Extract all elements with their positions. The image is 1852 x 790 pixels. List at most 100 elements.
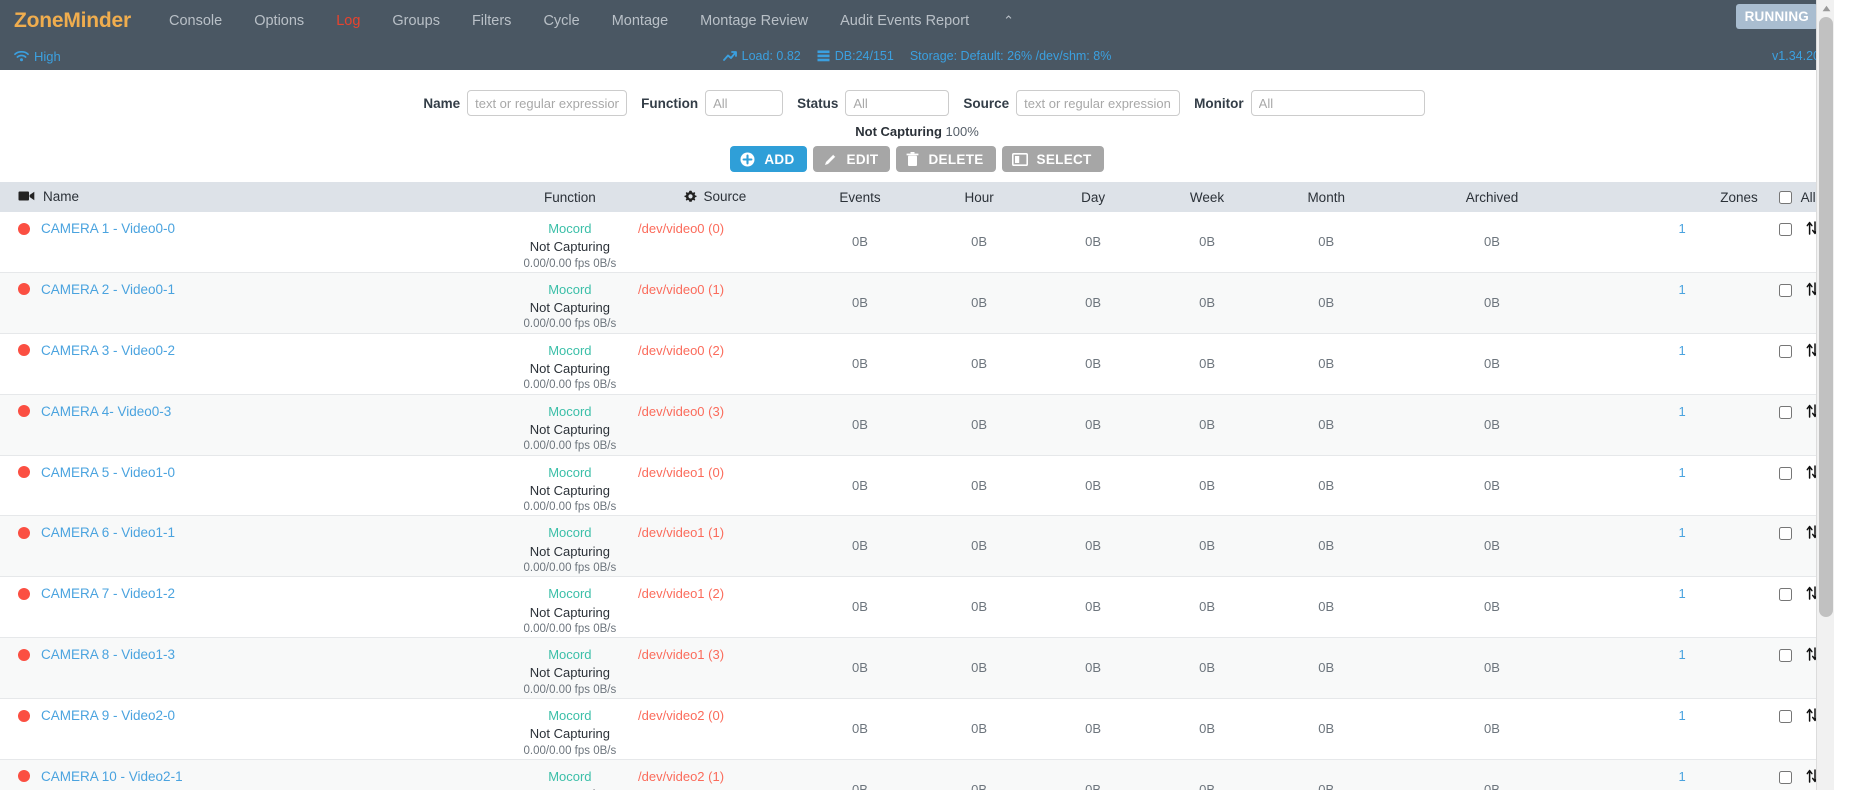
source-link[interactable]: /dev/video1 (3) — [638, 647, 724, 662]
nav-link-montage-review[interactable]: Montage Review — [684, 13, 824, 29]
monitor-name-link[interactable]: CAMERA 2 - Video0-1 — [41, 282, 175, 297]
row-select-checkbox[interactable] — [1779, 527, 1793, 541]
source-link[interactable]: /dev/video0 (3) — [638, 404, 724, 419]
monitor-name-link[interactable]: CAMERA 7 - Video1-2 — [41, 586, 175, 601]
function-link[interactable]: Mocord — [548, 221, 591, 236]
row-select-checkbox[interactable] — [1779, 466, 1793, 480]
monitor-name-link[interactable]: CAMERA 5 - Video1-0 — [41, 465, 175, 480]
brand-logo[interactable]: ZoneMinder — [14, 9, 131, 33]
column-header-hour[interactable]: Hour — [922, 182, 1037, 212]
name-filter-input[interactable] — [467, 90, 628, 116]
zones-link[interactable]: 1 — [1679, 769, 1686, 784]
status-filter-input[interactable] — [845, 90, 950, 116]
function-link[interactable]: Mocord — [548, 343, 591, 358]
source-link[interactable]: /dev/video1 (1) — [638, 525, 724, 540]
zones-link[interactable]: 1 — [1679, 647, 1686, 662]
column-header-archived[interactable]: Archived — [1388, 182, 1596, 212]
row-select-checkbox[interactable] — [1779, 710, 1793, 724]
delete-button[interactable]: DELETE — [896, 146, 996, 172]
nav-link-montage[interactable]: Montage — [596, 13, 684, 29]
status-badge-running[interactable]: RUNNING — [1735, 4, 1818, 29]
row-select-checkbox[interactable] — [1779, 649, 1793, 663]
function-link[interactable]: Mocord — [548, 586, 591, 601]
edit-button[interactable]: EDIT — [812, 146, 891, 172]
monitor-name-link[interactable]: CAMERA 10 - Video2-1 — [41, 769, 183, 784]
load-indicator[interactable]: Load: 0.82 — [722, 49, 801, 63]
zones-link[interactable]: 1 — [1679, 282, 1686, 297]
column-header-source[interactable]: Source — [632, 182, 798, 212]
row-select-checkbox[interactable] — [1779, 344, 1793, 358]
cell-source: /dev/video1 (2) — [632, 576, 798, 639]
source-link[interactable]: /dev/video0 (0) — [638, 221, 724, 236]
select-all-checkbox[interactable] — [1778, 191, 1792, 205]
row-select-checkbox[interactable] — [1779, 223, 1793, 237]
row-select-checkbox[interactable] — [1779, 770, 1793, 784]
function-link[interactable]: Mocord — [548, 708, 591, 723]
zones-link[interactable]: 1 — [1679, 465, 1686, 480]
scrollbar-up-arrow-icon[interactable] — [1817, 0, 1834, 17]
cell-function: Mocord Not Capturing 0.00/0.00 fps 0B/s — [507, 333, 633, 395]
zones-link[interactable]: 1 — [1679, 404, 1686, 419]
nav-link-cycle[interactable]: Cycle — [527, 13, 595, 29]
function-filter-input[interactable] — [705, 90, 784, 116]
function-link[interactable]: Mocord — [548, 647, 591, 662]
row-select-checkbox[interactable] — [1779, 283, 1793, 297]
monitor-name-link[interactable]: CAMERA 1 - Video0-0 — [41, 221, 175, 236]
chevron-up-icon[interactable]: ⌃ — [985, 13, 1032, 29]
function-link[interactable]: Mocord — [548, 465, 591, 480]
bandwidth-indicator[interactable]: High — [14, 49, 61, 64]
cell-name: CAMERA 10 - Video2-1 — [0, 759, 508, 790]
page-scrollbar[interactable] — [1816, 0, 1834, 790]
source-filter-input[interactable] — [1016, 90, 1181, 116]
zones-link[interactable]: 1 — [1679, 525, 1686, 540]
zones-link[interactable]: 1 — [1679, 586, 1686, 601]
column-header-zones[interactable]: Zones — [1595, 182, 1772, 212]
row-select-checkbox[interactable] — [1779, 588, 1793, 602]
scrollbar-thumb[interactable] — [1819, 17, 1833, 617]
select-button[interactable]: SELECT — [1001, 146, 1104, 172]
source-link[interactable]: /dev/video0 (1) — [638, 282, 724, 297]
zones-link[interactable]: 1 — [1679, 343, 1686, 358]
cell-zones: 1 — [1595, 333, 1772, 395]
zones-link[interactable]: 1 — [1679, 221, 1686, 236]
zones-link[interactable]: 1 — [1679, 708, 1686, 723]
column-header-function[interactable]: Function — [507, 182, 633, 212]
function-link[interactable]: Mocord — [548, 404, 591, 419]
nav-link-groups[interactable]: Groups — [376, 13, 456, 29]
monitor-name-link[interactable]: CAMERA 3 - Video0-2 — [41, 343, 175, 358]
monitor-name-link[interactable]: CAMERA 6 - Video1-1 — [41, 525, 175, 540]
day-value: 0B — [1085, 355, 1102, 371]
monitor-name-link[interactable]: CAMERA 4- Video0-3 — [41, 404, 171, 419]
source-link[interactable]: /dev/video0 (2) — [638, 343, 724, 358]
storage-indicator[interactable]: Storage: Default: 26% /dev/shm: 8% — [910, 49, 1112, 63]
nav-link-audit-events-report[interactable]: Audit Events Report — [824, 13, 985, 29]
function-link[interactable]: Mocord — [548, 769, 591, 784]
function-link[interactable]: Mocord — [548, 282, 591, 297]
monitor-name-link[interactable]: CAMERA 8 - Video1-3 — [41, 647, 175, 662]
column-header-week[interactable]: Week — [1150, 182, 1265, 212]
source-link[interactable]: /dev/video1 (0) — [638, 465, 724, 480]
cell-events: 0B — [797, 212, 923, 273]
source-link[interactable]: /dev/video1 (2) — [638, 586, 724, 601]
edit-button-label: EDIT — [846, 151, 879, 167]
column-header-day[interactable]: Day — [1036, 182, 1151, 212]
nav-link-console[interactable]: Console — [153, 13, 238, 29]
column-header-month[interactable]: Month — [1264, 182, 1389, 212]
source-link[interactable]: /dev/video2 (0) — [638, 708, 724, 723]
cell-zones: 1 — [1595, 698, 1772, 760]
archived-value: 0B — [1484, 355, 1500, 371]
function-link[interactable]: Mocord — [548, 525, 591, 540]
row-select-checkbox[interactable] — [1779, 405, 1793, 419]
add-button[interactable]: ADD — [730, 146, 807, 172]
monitor-name-link[interactable]: CAMERA 9 - Video2-0 — [41, 708, 175, 723]
column-header-events[interactable]: Events — [797, 182, 923, 212]
nav-link-filters[interactable]: Filters — [456, 13, 527, 29]
monitor-filter-input[interactable] — [1250, 90, 1425, 116]
source-link[interactable]: /dev/video2 (1) — [638, 769, 724, 784]
nav-link-log[interactable]: Log — [320, 13, 376, 29]
cell-archived: 0B — [1388, 576, 1596, 639]
archived-value: 0B — [1484, 416, 1500, 432]
nav-link-options[interactable]: Options — [238, 13, 320, 29]
column-header-name[interactable]: Name — [0, 182, 508, 212]
db-indicator[interactable]: DB:24/151 — [817, 49, 894, 63]
